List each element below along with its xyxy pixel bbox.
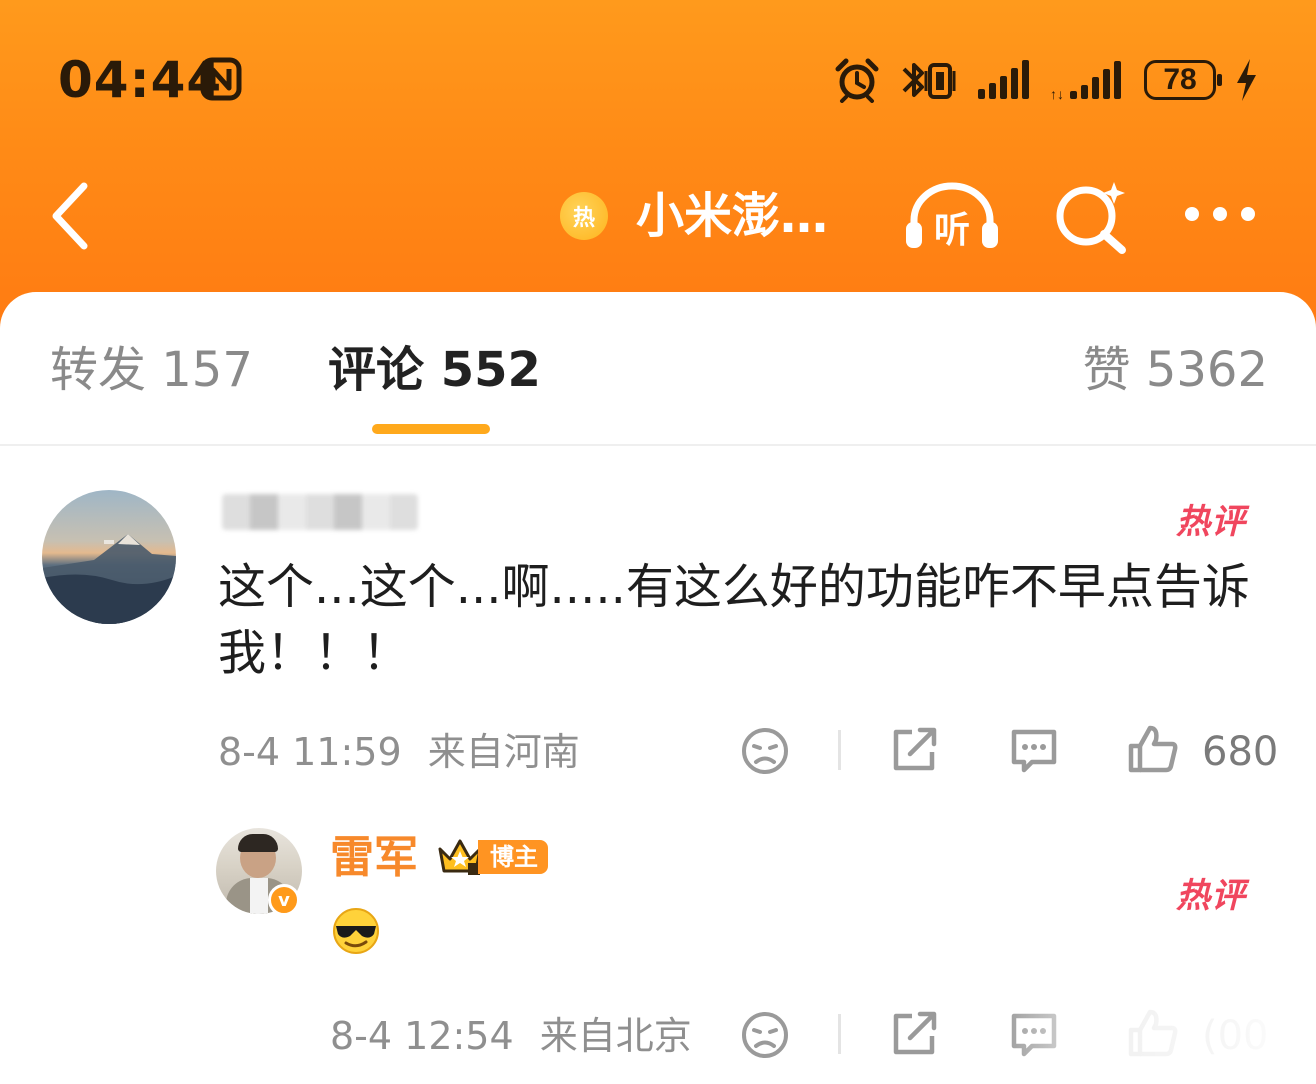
action-divider	[838, 1014, 841, 1054]
bluetooth-vibrate-icon	[902, 63, 956, 99]
back-button[interactable]	[44, 178, 104, 254]
tab-divider	[0, 444, 1316, 446]
comment-icon[interactable]	[1011, 729, 1057, 773]
comment-date: 8-4 11:59	[218, 730, 402, 774]
reply-date: 8-4 12:54	[330, 1014, 514, 1058]
headphones-listen-icon[interactable]: 听	[902, 180, 1002, 252]
tab-likes[interactable]: 赞 5362	[1083, 338, 1268, 402]
comment-location: 来自河南	[427, 730, 580, 774]
reply-meta: 8-4 12:54 来自北京	[330, 1014, 692, 1058]
signal-4g-icon: ↑↓	[1050, 61, 1121, 102]
dislike-face-icon[interactable]	[740, 726, 790, 776]
mountain-avatar-image	[42, 534, 176, 624]
like-icon[interactable]	[1126, 722, 1180, 776]
crown-icon	[438, 839, 482, 875]
status-time: 04:44	[58, 51, 223, 109]
reply-like-count: (00	[1202, 1013, 1269, 1059]
reply-author-name[interactable]: 雷军	[330, 830, 418, 886]
tab-repost[interactable]: 转发 157	[50, 338, 253, 402]
listen-label: 听	[934, 210, 970, 251]
cool-emoji-icon	[333, 908, 379, 954]
status-icons: ↑↓ 78	[834, 52, 1258, 108]
avatar[interactable]	[42, 490, 176, 624]
svg-text:↑↓: ↑↓	[1050, 86, 1064, 102]
hot-comment-badge: 热评	[1176, 502, 1246, 542]
hot-topic-badge-text: 热	[572, 206, 595, 231]
blogger-badge: 博主	[436, 838, 548, 876]
like-icon[interactable]	[1126, 1006, 1180, 1060]
avatar-figure-shirt	[250, 878, 268, 914]
blogger-badge-label: 博主	[478, 840, 548, 874]
battery-icon: 78	[1144, 60, 1222, 100]
dislike-face-icon[interactable]	[740, 1010, 790, 1060]
username-redacted[interactable]	[222, 494, 418, 530]
content-sheet	[0, 292, 1316, 1084]
page-title[interactable]: 小米澎…	[636, 186, 828, 246]
signal-icon	[978, 60, 1029, 99]
nfc-icon	[200, 57, 242, 101]
verified-badge-icon: v	[268, 884, 300, 916]
hot-comment-badge: 热评	[1176, 876, 1246, 916]
tab-comments[interactable]: 评论 552	[328, 338, 541, 402]
active-tab-indicator	[372, 424, 490, 434]
more-icon[interactable]	[1180, 202, 1260, 226]
share-icon[interactable]	[888, 1008, 942, 1058]
avatar-figure-hair	[238, 834, 278, 852]
alarm-icon	[835, 58, 879, 103]
back-arrow-icon	[52, 182, 88, 250]
like-count: 680	[1202, 729, 1279, 775]
hot-topic-icon: 热	[560, 192, 608, 240]
comment-text: 这个...这个...啊.....有这么好的功能咋不早点告诉我！！！	[218, 559, 1250, 681]
battery-level: 78	[1163, 63, 1197, 96]
comment-meta: 8-4 11:59 来自河南	[218, 730, 580, 774]
share-icon[interactable]	[888, 724, 942, 774]
reply-location: 来自北京	[539, 1014, 692, 1058]
charging-icon	[1237, 59, 1256, 101]
search-spark-icon[interactable]	[1052, 178, 1132, 254]
comment-icon[interactable]	[1008, 1010, 1060, 1060]
action-divider	[838, 730, 841, 770]
